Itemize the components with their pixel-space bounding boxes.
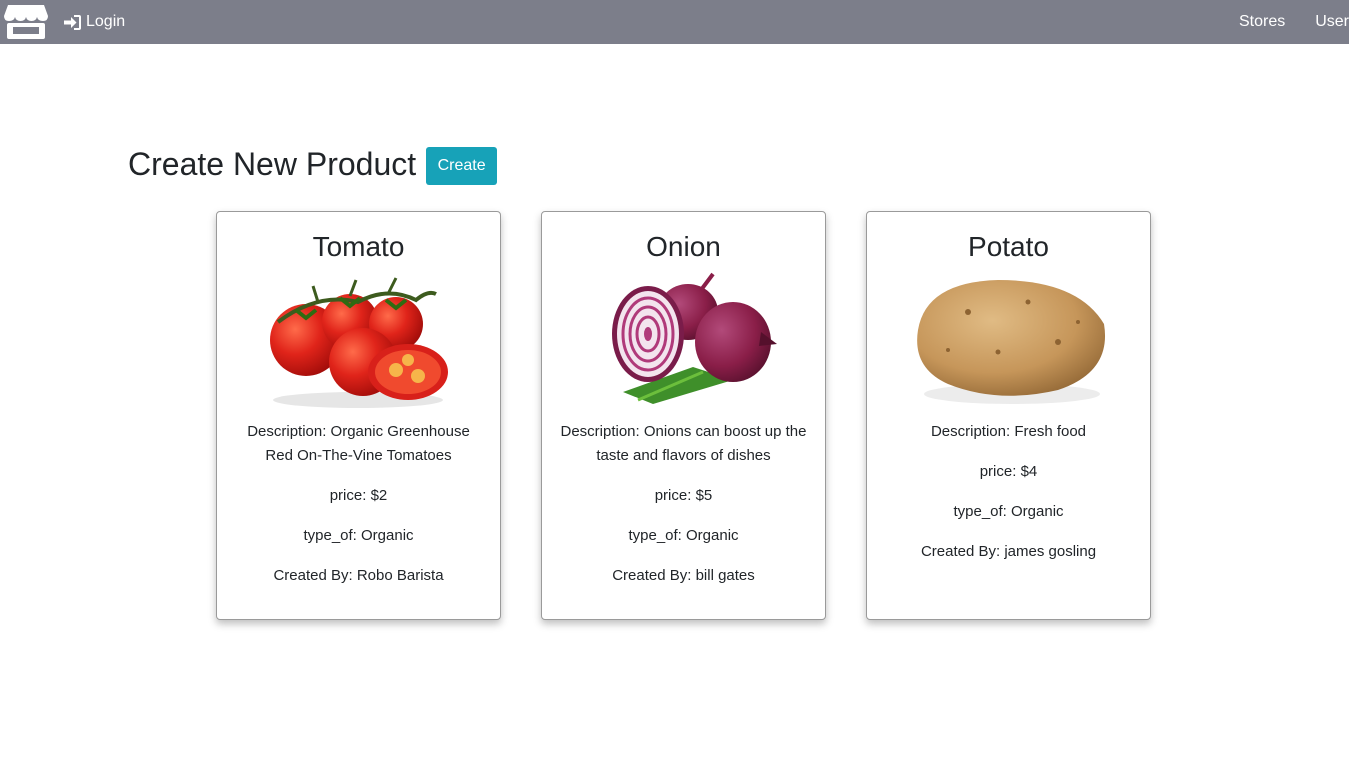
sign-in-icon: [64, 14, 81, 30]
product-name: Tomato: [312, 231, 405, 262]
product-details: Description: Onions can boost up the tas…: [557, 420, 810, 604]
page-title: Create New Product: [128, 146, 417, 182]
product-price: price: $2: [329, 487, 388, 504]
nav-link-users[interactable]: Users: [1315, 13, 1349, 31]
onion-image: [612, 272, 777, 404]
product-name: Potato: [968, 231, 1049, 262]
tomato-image: [270, 277, 448, 408]
product-card-onion[interactable]: Onion Description: Onions can boost up t…: [541, 211, 826, 620]
page-header: Create New Product Create: [128, 143, 498, 185]
product-price: price: $4: [979, 463, 1038, 480]
product-description: Description: Fresh food: [930, 423, 1087, 440]
store-icon[interactable]: [4, 3, 48, 40]
product-details: Description: Organic Greenhouse Red On-T…: [232, 420, 485, 604]
product-type: type_of: Organic: [953, 503, 1064, 520]
nav-links: Stores Users: [1239, 0, 1349, 44]
product-card-tomato[interactable]: Tomato Description: Organic Greenhouse R…: [216, 211, 501, 620]
product-name: Onion: [646, 231, 721, 262]
login-label: Login: [86, 13, 126, 30]
product-details: Description: Fresh food price: $4 type_o…: [882, 420, 1135, 580]
login-link[interactable]: Login: [64, 0, 125, 44]
product-card-potato[interactable]: Potato Description: Fresh food price: $4…: [866, 211, 1151, 620]
create-button[interactable]: Create: [426, 147, 498, 185]
product-created-by: Created By: bill gates: [612, 567, 755, 584]
product-created-by: Created By: james gosling: [920, 543, 1097, 560]
product-type: type_of: Organic: [628, 527, 739, 544]
potato-image: [917, 280, 1106, 404]
product-description: Description: Organic Greenhouse Red On-T…: [247, 423, 470, 464]
product-price: price: $5: [654, 487, 713, 504]
product-description: Description: Onions can boost up the tas…: [560, 423, 807, 464]
product-type: type_of: Organic: [303, 527, 414, 544]
nav-link-stores[interactable]: Stores: [1239, 13, 1285, 31]
navbar: Login Stores Users: [0, 0, 1349, 44]
product-created-by: Created By: Robo Barista: [273, 567, 444, 584]
